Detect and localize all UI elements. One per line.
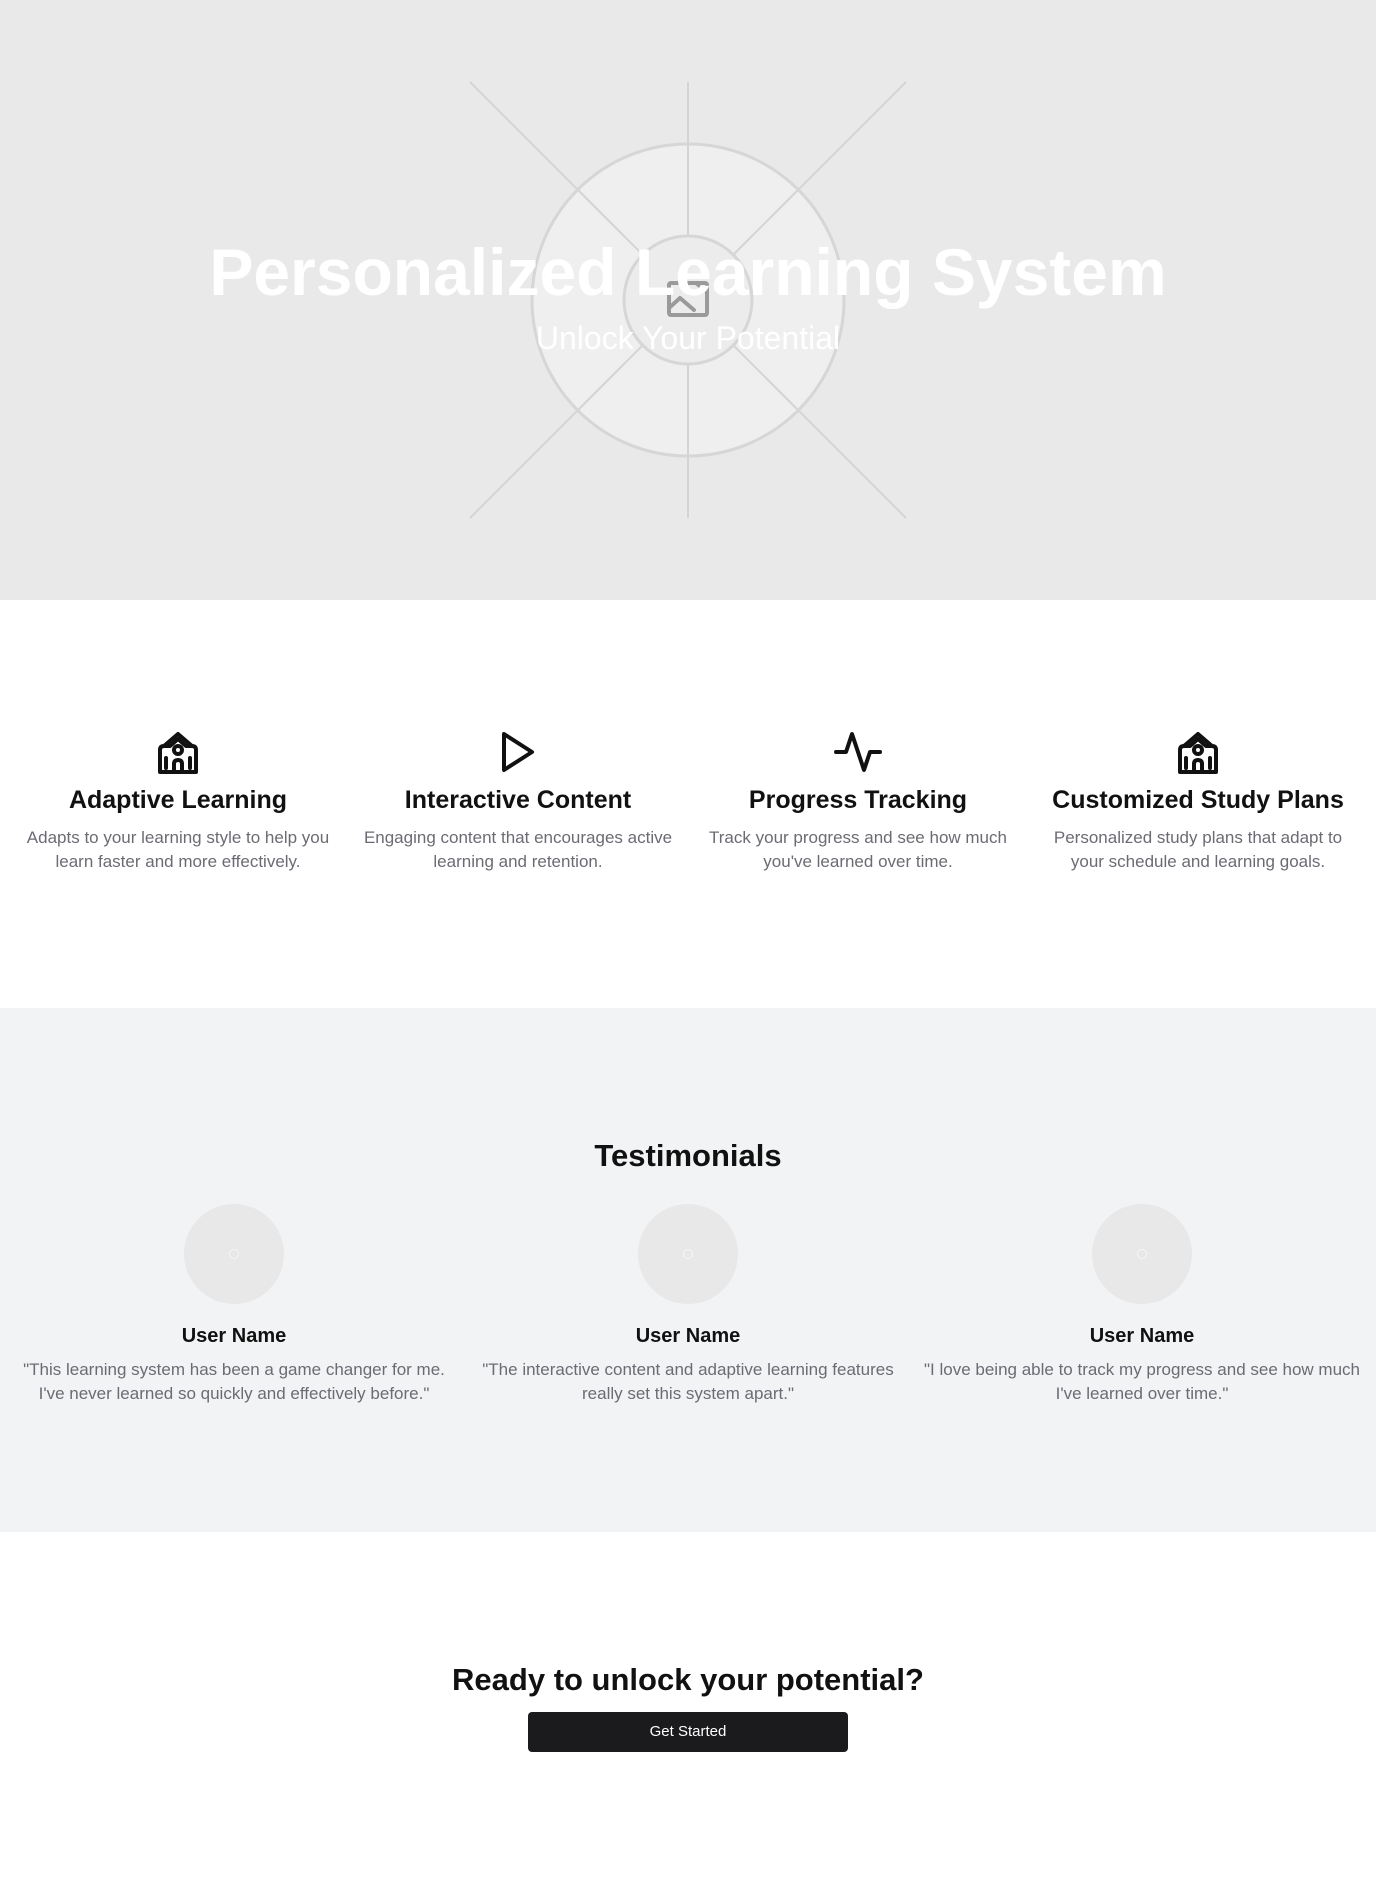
avatar-placeholder-icon <box>229 1249 239 1259</box>
feature-title: Progress Tracking <box>748 786 968 814</box>
hero-section: Personalized Learning System Unlock Your… <box>0 0 1376 600</box>
hero-title: Personalized Learning System <box>209 235 1167 309</box>
get-started-button[interactable]: Get Started <box>528 1712 848 1752</box>
testimonial-card: User Name "This learning system has been… <box>14 1204 454 1406</box>
hero-subtitle: Unlock Your Potential <box>535 320 841 356</box>
school-icon <box>158 732 198 774</box>
testimonial-name: User Name <box>1089 1325 1195 1347</box>
avatar <box>638 1204 738 1304</box>
feature-title: Adaptive Learning <box>68 786 288 814</box>
features-section: Adaptive Learning Adapts to your learnin… <box>0 600 1376 1008</box>
testimonial-quote: "The interactive content and adaptive le… <box>482 1360 894 1403</box>
testimonial-card: User Name "The interactive content and a… <box>468 1204 908 1406</box>
testimonial-quote: "I love being able to track my progress … <box>924 1360 1360 1403</box>
testimonial-card: User Name "I love being able to track my… <box>922 1204 1362 1406</box>
avatar-placeholder-icon <box>683 1249 693 1259</box>
feature-description: Track your progress and see how much you… <box>709 828 1007 871</box>
feature-card-adaptive-learning: Adaptive Learning Adapts to your learnin… <box>8 728 348 874</box>
testimonials-section: Testimonials User Name "This learning sy… <box>0 1008 1376 1532</box>
testimonial-name: User Name <box>181 1325 287 1347</box>
feature-description: Personalized study plans that adapt to y… <box>1053 828 1343 871</box>
feature-card-interactive-content: Interactive Content Engaging content tha… <box>348 728 688 874</box>
feature-title: Customized Study Plans <box>1052 786 1344 814</box>
feature-title: Interactive Content <box>404 786 632 814</box>
avatar-placeholder-icon <box>1137 1249 1147 1259</box>
avatar <box>1092 1204 1192 1304</box>
school-icon <box>1178 732 1218 774</box>
feature-card-progress-tracking: Progress Tracking Track your progress an… <box>688 728 1028 874</box>
testimonial-quote: "This learning system has been a game ch… <box>23 1360 445 1403</box>
feature-card-customized-study-plans: Customized Study Plans Personalized stud… <box>1028 728 1368 874</box>
feature-description: Engaging content that encourages active … <box>363 828 673 871</box>
cta-heading: Ready to unlock your potential? <box>452 1662 924 1697</box>
activity-icon <box>834 732 882 772</box>
testimonial-name: User Name <box>635 1325 741 1347</box>
play-icon <box>502 732 534 772</box>
avatar <box>184 1204 284 1304</box>
testimonials-heading: Testimonials <box>594 1138 782 1173</box>
cta-section: Ready to unlock your potential? Get Star… <box>0 1532 1376 1880</box>
feature-description: Adapts to your learning style to help yo… <box>26 828 330 871</box>
